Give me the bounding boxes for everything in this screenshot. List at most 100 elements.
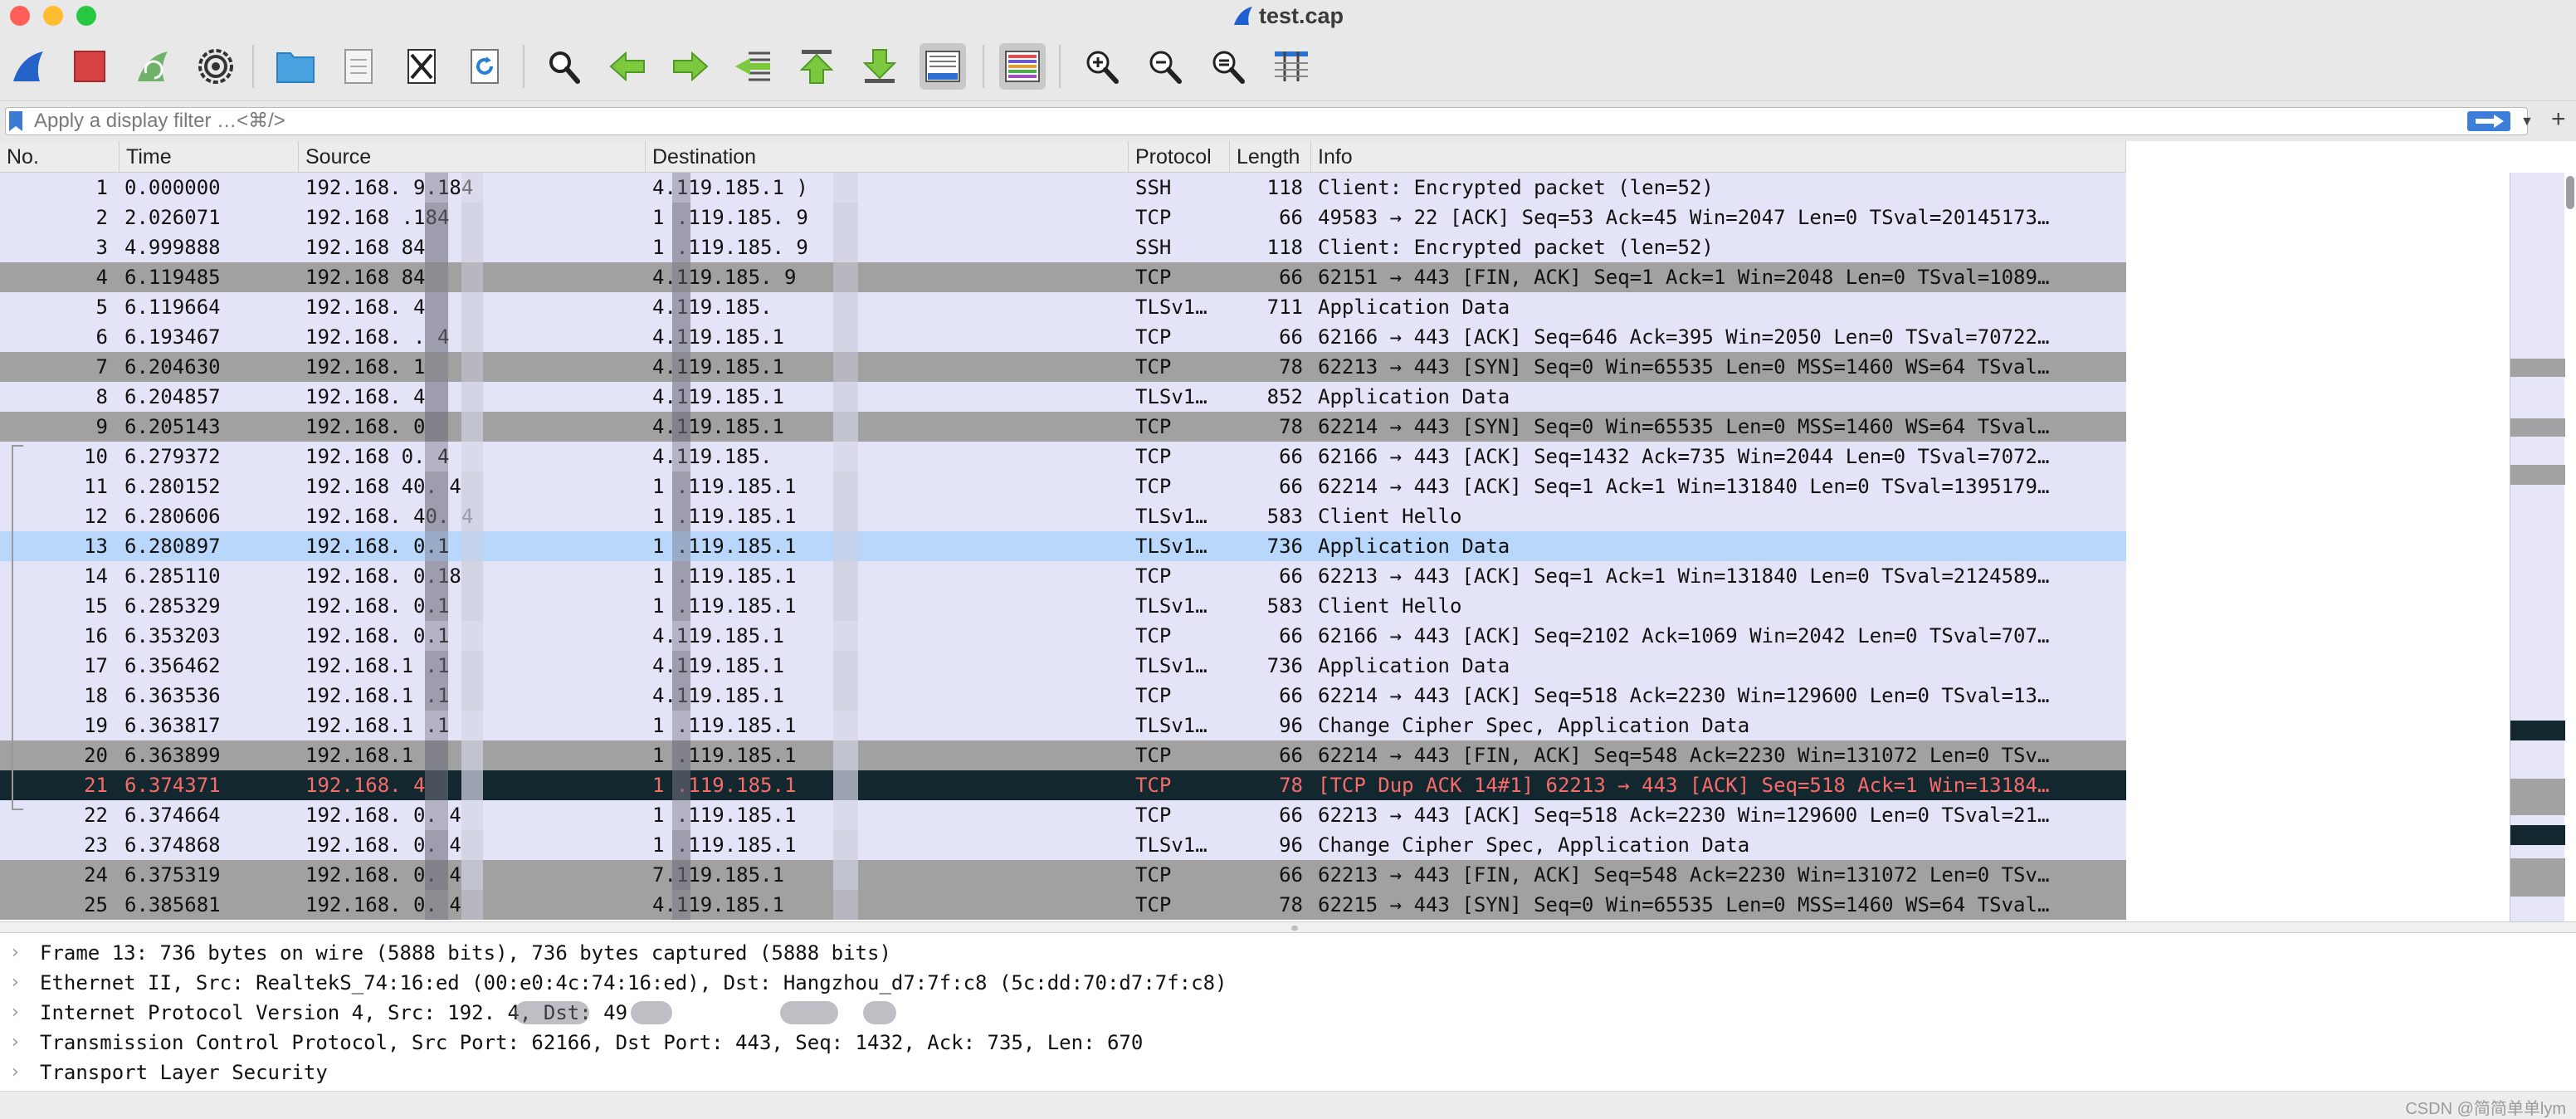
redaction-mark: [425, 203, 448, 232]
packet-row[interactable]: 10 6.279372 192.168 0. 4 4.119.185. TCP 66 6…: [0, 442, 2126, 472]
reload-file-button[interactable]: [461, 43, 508, 90]
capture-options-button[interactable]: [193, 43, 239, 90]
packet-row[interactable]: 12 6.280606 192.168. 40. 41 .119.185.1 TLSv…: [0, 501, 2126, 531]
display-filter-input[interactable]: [34, 110, 2441, 133]
packet-row[interactable]: 8 6.204857 192.168. 4 4.119.185.1 TLSv1… 852…: [0, 382, 2126, 412]
packet-protocol: TCP: [1135, 744, 1172, 767]
redaction-mark: [833, 561, 858, 591]
packet-number: 3: [95, 236, 108, 259]
packet-destination: 1 .119.185.1: [652, 804, 797, 827]
last-packet-button[interactable]: [856, 43, 903, 90]
packet-length: 852: [1266, 385, 1303, 408]
packet-row[interactable]: 20 6.363899 192.168.1 1 .119.185.1 TCP 66 622…: [0, 740, 2126, 770]
packet-row[interactable]: 19 6.363817 192.168.1 .1 1 .119.185.1 TLSv1……: [0, 711, 2126, 740]
bookmark-icon[interactable]: [9, 111, 22, 131]
packet-length: 118: [1266, 236, 1303, 259]
zoom-out-button[interactable]: [1142, 43, 1188, 90]
packet-row[interactable]: 6 6.193467 192.168. . 4 4.119.185.1 TCP 66 62…: [0, 322, 2126, 352]
add-filter-button[interactable]: +: [2551, 105, 2566, 134]
open-file-button[interactable]: [272, 43, 319, 90]
packet-row[interactable]: 21 6.374371 192.168. 41 .119.185.1 TCP 78 [TC…: [0, 770, 2126, 800]
restart-capture-button[interactable]: [129, 43, 176, 90]
packet-destination: 1 .119.185.1: [652, 535, 797, 558]
toolbar-separator: [523, 45, 524, 88]
packet-time: 6.374868: [124, 833, 221, 857]
packet-info: Change Cipher Spec, Application Data: [1318, 833, 1750, 857]
packet-protocol: TCP: [1135, 266, 1172, 289]
column-header-no[interactable]: No.: [0, 141, 120, 173]
stop-capture-button[interactable]: [66, 43, 113, 90]
packet-row[interactable]: 23 6.374868 192.168. 0. 41 .119.185.1 TLSv1…: [0, 830, 2126, 860]
column-header-length[interactable]: Length: [1230, 141, 1311, 173]
packet-destination: 1 .119.185.1: [652, 564, 797, 588]
chevron-right-icon[interactable]: ›: [12, 968, 19, 998]
packet-number: 24: [84, 863, 108, 887]
packet-row[interactable]: 13 6.280897 192.168. 0.1 1 .119.185.1 TLSv1……: [0, 531, 2126, 561]
packet-row[interactable]: 7 6.204630 192.168. 1 4.119.185.1 TCP 78 6221…: [0, 352, 2126, 382]
packet-protocol: TCP: [1135, 863, 1172, 887]
packet-row[interactable]: 22 6.374664 192.168. 0. 41 .119.185.1 TCP 66…: [0, 800, 2126, 830]
packet-row[interactable]: 25 6.385681 192.168. 0. 4 4.119.185.1 TCP 78…: [0, 890, 2126, 920]
chevron-right-icon[interactable]: ›: [12, 1058, 19, 1087]
colorize-button[interactable]: [999, 43, 1046, 90]
go-to-packet-button[interactable]: [730, 43, 777, 90]
window-title: test.cap: [0, 2, 2576, 30]
resize-columns-button[interactable]: [1268, 43, 1315, 90]
minimap-mark: [2510, 721, 2565, 740]
column-header-destination[interactable]: Destination: [646, 141, 1129, 173]
apply-filter-button[interactable]: [2467, 111, 2510, 131]
redaction-mark: [425, 173, 448, 203]
packet-row[interactable]: 16 6.353203 192.168. 0.1 4.119.185.1 TCP 66 6…: [0, 621, 2126, 651]
packet-destination: 4.119.185.1: [652, 355, 784, 379]
packet-row[interactable]: 4 6.119485 192.168 84 4.119.185. 9 TCP 66 621…: [0, 262, 2126, 292]
column-header-protocol[interactable]: Protocol: [1129, 141, 1230, 173]
redaction-mark: [425, 442, 448, 472]
column-header-info[interactable]: Info: [1311, 141, 2126, 173]
packet-number: 6: [95, 325, 108, 349]
packet-row[interactable]: 5 6.119664 192.168. 4 4.119.185. TLSv1… 711…: [0, 292, 2126, 322]
chevron-right-icon[interactable]: ›: [12, 938, 19, 968]
first-packet-button[interactable]: [793, 43, 840, 90]
packet-row[interactable]: 9 6.205143 192.168. 0 4.119.185.1 TCP 78 6221…: [0, 412, 2126, 442]
column-header-time[interactable]: Time: [120, 141, 299, 173]
packet-row[interactable]: 18 6.363536 192.168.1 .1 4.119.185.1 TCP 66 6…: [0, 681, 2126, 711]
chevron-right-icon[interactable]: ›: [12, 998, 19, 1028]
redaction-mark: [672, 232, 690, 262]
packet-list-minimap[interactable]: [2510, 173, 2565, 923]
redaction-mark: [672, 442, 690, 472]
redaction-mark: [461, 681, 483, 711]
packet-row[interactable]: 3 4.999888 192.168 84 1 .119.185. 9 SSH 118 Cl…: [0, 232, 2126, 262]
start-capture-button[interactable]: [5, 43, 51, 90]
redaction-mark: [461, 800, 483, 830]
packet-row[interactable]: 17 6.356462 192.168.1 .1 4.119.185.1 TLSv1……: [0, 651, 2126, 681]
vertical-scrollbar-thumb[interactable]: [2566, 176, 2574, 209]
pane-splitter[interactable]: [0, 921, 2576, 933]
packet-row[interactable]: 11 6.280152 192.168 40. 41 .119.185.1 TCP 66…: [0, 472, 2126, 501]
chevron-down-icon[interactable]: ▼: [2520, 115, 2534, 129]
packet-row[interactable]: 24 6.375319 192.168. 0. 4 7.119.185.1 TCP 66…: [0, 860, 2126, 890]
column-header-source[interactable]: Source: [299, 141, 646, 173]
packet-row[interactable]: 14 6.285110 192.168. 0.18 1 .119.185.1 TCP 66…: [0, 561, 2126, 591]
redaction-mark: [425, 382, 448, 412]
packet-row[interactable]: 2 2.026071 192.168 .184 1 .119.185. 9 TCP 66 4…: [0, 203, 2126, 232]
go-back-button[interactable]: [604, 43, 651, 90]
save-file-button[interactable]: [335, 43, 382, 90]
auto-scroll-button[interactable]: [920, 43, 966, 90]
close-file-button[interactable]: [398, 43, 445, 90]
go-forward-button[interactable]: [667, 43, 714, 90]
packet-row[interactable]: 15 6.285329 192.168. 0.1 1 .119.185.1 TLSv1……: [0, 591, 2126, 621]
packet-info: 62214 → 443 [ACK] Seq=518 Ack=2230 Win=1…: [1318, 684, 2050, 707]
packet-row[interactable]: 1 0.000000 192.168. 9.184 4.119.185.1 ) SSH…: [0, 173, 2126, 203]
find-packet-button[interactable]: [541, 43, 588, 90]
redaction-mark: [631, 1001, 672, 1024]
packet-time: 6.363536: [124, 684, 221, 707]
packet-destination: 1 .119.185.1: [652, 714, 797, 737]
redaction-mark: [672, 800, 690, 830]
minimap-mark: [2510, 825, 2565, 845]
normal-size-button[interactable]: [1205, 43, 1251, 90]
chevron-right-icon[interactable]: ›: [12, 1028, 19, 1058]
redaction-mark: [461, 711, 483, 740]
packet-length: 736: [1266, 535, 1303, 558]
redaction-mark: [833, 262, 858, 292]
zoom-in-button[interactable]: [1079, 43, 1125, 90]
